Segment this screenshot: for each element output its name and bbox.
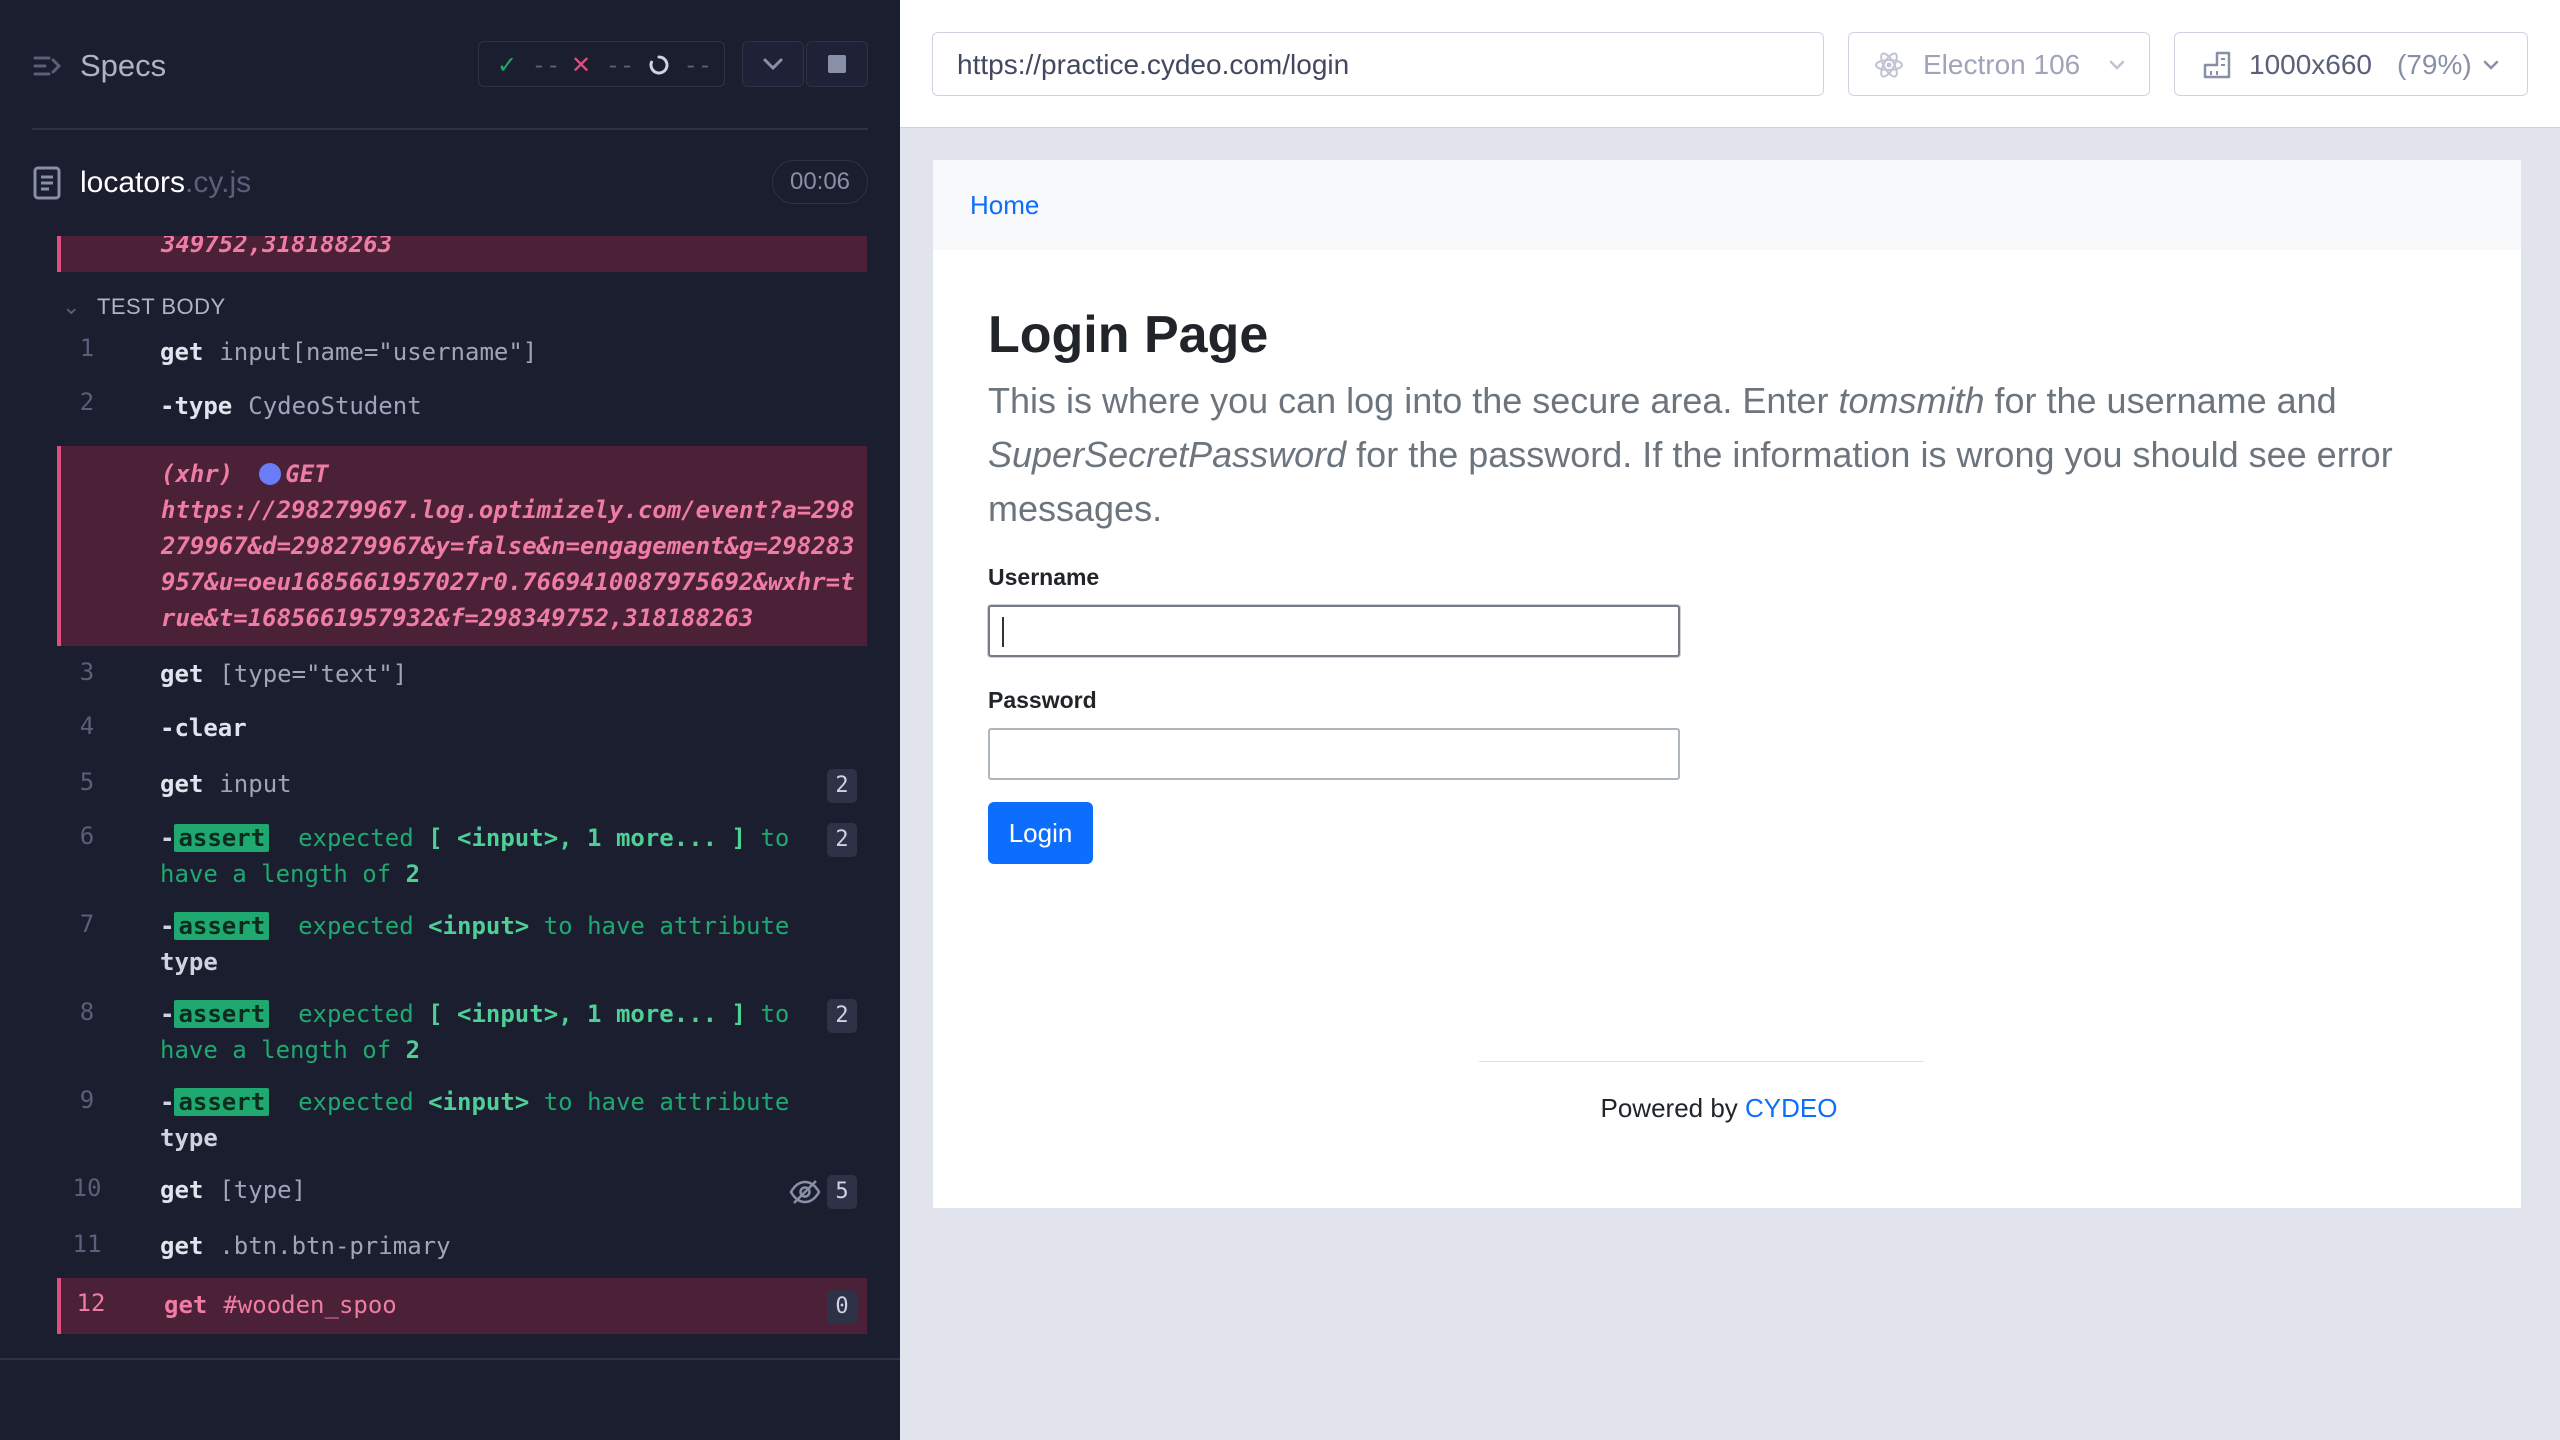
command-row[interactable]: 4 -clear xyxy=(57,704,867,754)
app-under-test-frame: Home Login Page This is where you can lo… xyxy=(933,160,2521,1208)
passed-stat: ✓ -- xyxy=(497,51,561,79)
specs-title[interactable]: Specs xyxy=(80,48,166,84)
chevron-down-icon xyxy=(2483,60,2499,70)
assert-tag: assert xyxy=(174,1000,270,1028)
cydeo-link[interactable]: CYDEO xyxy=(1745,1093,1837,1123)
chevron-down-icon xyxy=(763,58,783,71)
cypress-reporter-panel: Specs ✓ -- ✕ -- -- locators.cy.js 00:06 … xyxy=(0,0,900,1440)
footer-divider xyxy=(1479,1061,1924,1062)
element-count-badge: 2 xyxy=(827,999,857,1033)
url-bar[interactable]: https://practice.cydeo.com/login xyxy=(932,32,1824,96)
assert-row[interactable]: 9 - assert expected <input> to have attri… xyxy=(57,1078,867,1166)
network-dot-icon xyxy=(259,463,282,485)
failed-stat: ✕ -- xyxy=(571,51,635,79)
viewport-scale: (79%) xyxy=(2397,49,2472,80)
pending-spinner-icon xyxy=(649,55,669,75)
assert-tag: assert xyxy=(174,824,270,852)
password-label: Password xyxy=(988,687,1097,713)
test-body-header[interactable]: ⌄ TEST BODY xyxy=(62,294,226,320)
element-count-badge: 0 xyxy=(827,1290,857,1324)
assert-tag: assert xyxy=(174,1088,270,1116)
pending-stat: -- xyxy=(649,51,712,79)
command-row[interactable]: 10 get [type] 5 xyxy=(57,1166,867,1216)
test-stats: ✓ -- ✕ -- -- xyxy=(478,41,725,87)
assert-row[interactable]: 6 - assert expected [ <input>, 1 more... … xyxy=(57,814,867,902)
browser-selector[interactable]: Electron 106 xyxy=(1848,32,2150,96)
assert-row[interactable]: 8 - assert expected [ <input>, 1 more... … xyxy=(57,990,867,1078)
nav-home-link[interactable]: Home xyxy=(970,190,1039,221)
previous-error-tail: 349752,318188263 xyxy=(57,236,867,272)
command-row[interactable]: 2 -type CydeoStudent xyxy=(57,388,867,422)
stop-button[interactable] xyxy=(806,41,868,87)
eye-slash-icon xyxy=(789,1180,821,1204)
username-label: Username xyxy=(988,564,1100,590)
login-button[interactable]: Login xyxy=(988,802,1093,864)
auto-scroll-toggle[interactable] xyxy=(742,41,804,87)
spec-file-name: locators.cy.js xyxy=(80,166,252,199)
xhr-url: https://298279967.log.optimizely.com/eve… xyxy=(161,496,855,632)
command-row[interactable]: 3 get [type="text"] xyxy=(57,650,867,700)
site-navbar: Home xyxy=(933,160,2521,250)
command-row[interactable]: 5 get input 2 xyxy=(57,760,867,810)
xhr-failed-request[interactable]: (xhr) GET https://298279967.log.optimizel… xyxy=(57,446,867,646)
assert-tag: assert xyxy=(174,912,270,940)
element-count-badge: 2 xyxy=(827,769,857,803)
aut-header: https://practice.cydeo.com/login Electro… xyxy=(900,0,2560,128)
footer: Powered by CYDEO xyxy=(1600,1093,1838,1123)
spec-file-row: locators.cy.js 00:06 xyxy=(0,150,900,220)
header-divider xyxy=(32,128,868,130)
chevron-down-icon: ⌄ xyxy=(62,294,81,319)
browser-name: Electron 106 xyxy=(1923,49,2081,80)
stop-icon xyxy=(828,55,846,73)
command-row[interactable]: 11 get .btn.btn-primary xyxy=(57,1222,867,1272)
page-description: This is where you can log into the secur… xyxy=(988,380,2393,529)
panel-footer-divider xyxy=(0,1358,900,1360)
failed-command-row[interactable]: 12 get #wooden_spoo 0 xyxy=(57,1278,867,1334)
username-input[interactable] xyxy=(988,605,1680,657)
element-count-badge: 2 xyxy=(827,823,857,857)
check-icon: ✓ xyxy=(497,51,518,79)
run-duration: 00:06 xyxy=(772,160,868,204)
text-caret xyxy=(1002,617,1004,647)
element-count-badge: 5 xyxy=(827,1175,857,1209)
password-input[interactable] xyxy=(988,728,1680,780)
page-title: Login Page xyxy=(988,306,1269,364)
chevron-down-icon xyxy=(2109,60,2125,70)
command-log: 349752,318188263 ⌄ TEST BODY 1 get input[n… xyxy=(0,236,900,1356)
specs-header: Specs ✓ -- ✕ -- -- xyxy=(0,0,900,130)
viewport-info[interactable]: 1000x660 (79%) xyxy=(2174,32,2528,96)
ruler-icon xyxy=(2203,51,2231,79)
command-row[interactable]: 1 get input[name="username"] xyxy=(57,334,867,368)
document-icon xyxy=(33,166,61,200)
assert-row[interactable]: 7 - assert expected <input> to have attri… xyxy=(57,902,867,990)
x-icon: ✕ xyxy=(571,51,592,79)
viewport-size: 1000x660 xyxy=(2249,49,2373,80)
electron-icon xyxy=(1875,52,1903,78)
specs-list-icon[interactable] xyxy=(32,50,64,82)
